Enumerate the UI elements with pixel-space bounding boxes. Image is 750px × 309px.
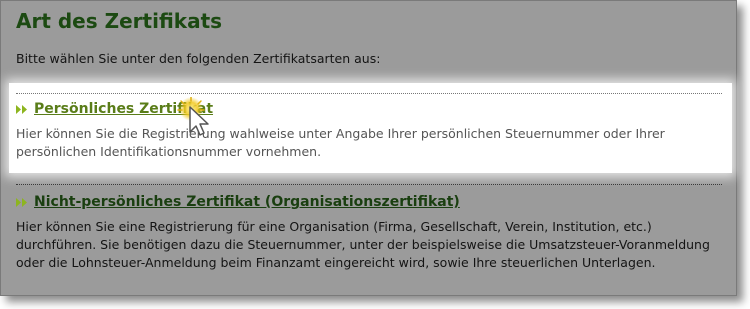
organisation-certificate-description: Hier können Sie eine Registrierung für e…	[16, 219, 710, 270]
organisation-certificate-label: Nicht-persönliches Zertifikat (Organisat…	[34, 194, 460, 210]
screenshot-stage: Art des Zertifikats Bitte wählen Sie unt…	[0, 0, 750, 309]
certificate-type-panel: Art des Zertifikats Bitte wählen Sie unt…	[0, 0, 737, 296]
intro-text: Bitte wählen Sie unter den folgenden Zer…	[16, 51, 381, 66]
page-title: Art des Zertifikats	[16, 9, 223, 33]
divider	[16, 184, 722, 185]
double-chevron-right-icon	[16, 197, 29, 207]
organisation-certificate-link[interactable]: Nicht-persönliches Zertifikat (Organisat…	[16, 194, 460, 210]
personal-certificate-description: Hier können Sie die Registrierung wahlwe…	[16, 126, 665, 159]
divider	[16, 93, 722, 94]
double-chevron-right-icon	[16, 104, 29, 114]
mouse-pointer-icon	[177, 96, 217, 141]
